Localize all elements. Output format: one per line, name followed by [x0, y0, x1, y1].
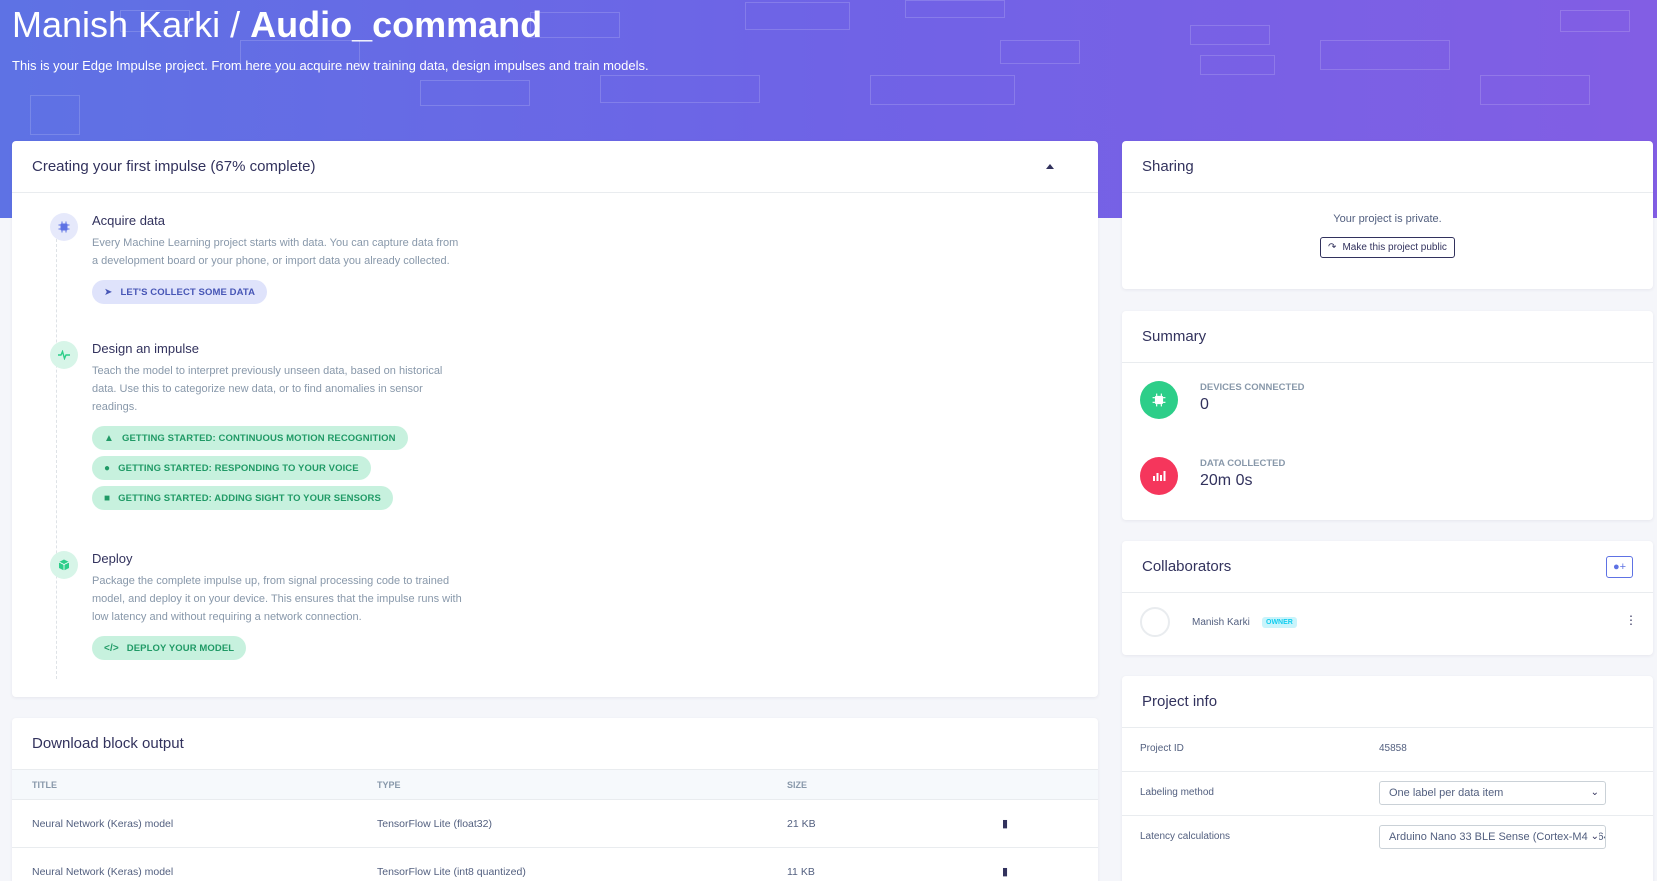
summary-card-header: Summary [1122, 311, 1653, 363]
button-label: GETTING STARTED: CONTINUOUS MOTION RECOG… [122, 432, 396, 444]
collaborator-row: Manish Karki OWNER ⋮ [1122, 593, 1653, 653]
step-description: Package the complete impulse up, from si… [92, 575, 462, 623]
button-label: LET'S COLLECT SOME DATA [120, 286, 256, 298]
download-file-icon[interactable]: ▮ [1002, 865, 1008, 878]
impulse-progress-card: Creating your first impulse (67% complet… [12, 141, 1098, 697]
info-row-latency-calculations: Latency calculations Arduino Nano 33 BLE… [1122, 816, 1653, 860]
impulse-steps: Acquire data Every Machine Learning proj… [12, 193, 1098, 691]
row-size: 11 KB [787, 865, 815, 878]
avatar [1140, 607, 1170, 637]
owner-name[interactable]: Manish Karki [12, 4, 220, 45]
project-info-card-header: Project info [1122, 676, 1653, 728]
page-subtitle: This is your Edge Impulse project. From … [12, 58, 649, 73]
table-row: Neural Network (Keras) model TensorFlow … [12, 848, 1098, 881]
deploy-model-button[interactable]: </> DEPLOY YOUR MODEL [92, 636, 247, 660]
latency-device-select[interactable]: Arduino Nano 33 BLE Sense (Cortex-M4F 64… [1379, 825, 1606, 849]
microphone-icon: ● [104, 462, 111, 474]
column-header-title: TITLE [32, 779, 57, 790]
code-icon: </> [104, 642, 119, 654]
step-design-impulse: Design an impulse Teach the model to int… [32, 341, 1078, 551]
download-card-title: Download block output [32, 735, 184, 752]
collapse-caret-icon[interactable] [1046, 164, 1054, 169]
project-id-value: 45858 [1379, 743, 1407, 754]
getting-started-sight-button[interactable]: ■ GETTING STARTED: ADDING SIGHT TO YOUR … [92, 486, 393, 510]
stat-label: DEVICES CONNECTED [1200, 382, 1305, 393]
download-card-header: Download block output [12, 718, 1098, 770]
stat-label: DATA COLLECTED [1200, 458, 1286, 469]
labeling-method-select[interactable]: One label per data item ⌄ [1379, 781, 1606, 805]
collaborators-card-header: Collaborators ●+ [1122, 541, 1653, 593]
sharing-card-header: Sharing [1122, 141, 1653, 193]
row-type: TensorFlow Lite (float32) [377, 817, 492, 830]
running-icon: ▲ [104, 432, 114, 444]
step-acquire-data: Acquire data Every Machine Learning proj… [32, 213, 1078, 341]
share-icon: ↷ [1328, 242, 1337, 253]
sharing-status: Your project is private. [1333, 213, 1442, 225]
info-label: Labeling method [1140, 787, 1214, 798]
camera-icon: ■ [104, 492, 111, 504]
page-title: Manish Karki / Audio_command [12, 4, 542, 46]
row-title: Neural Network (Keras) model [32, 817, 174, 830]
chevron-down-icon: ⌄ [1587, 826, 1599, 848]
chip-icon [50, 213, 78, 241]
step-deploy: Deploy Package the complete impulse up, … [32, 551, 1078, 691]
info-label: Project ID [1140, 743, 1184, 754]
title-separator: / [220, 4, 251, 45]
info-row-project-id: Project ID 45858 [1122, 728, 1653, 772]
info-row-labeling-method: Labeling method One label per data item … [1122, 772, 1653, 816]
add-collaborator-button[interactable]: ●+ [1606, 555, 1633, 578]
collect-data-button[interactable]: ➤ LET'S COLLECT SOME DATA [92, 280, 268, 304]
row-type: TensorFlow Lite (int8 quantized) [377, 865, 526, 878]
row-title: Neural Network (Keras) model [32, 865, 174, 878]
button-label: Make this project public [1342, 242, 1447, 253]
select-value: One label per data item [1389, 787, 1504, 799]
project-info-card: Project info Project ID 45858 Labeling m… [1122, 676, 1653, 881]
make-public-button[interactable]: ↷ Make this project public [1320, 237, 1455, 258]
cube-icon [50, 551, 78, 579]
button-label: GETTING STARTED: RESPONDING TO YOUR VOIC… [118, 462, 359, 474]
add-user-icon: ●+ [1612, 560, 1627, 573]
pulse-icon [50, 341, 78, 369]
summary-card: Summary DEVICES CONNECTED 0 DATA COLLECT… [1122, 311, 1653, 520]
summary-card-title: Summary [1142, 328, 1207, 345]
stat-value: 20m 0s [1200, 472, 1253, 489]
rocket-icon: ➤ [104, 286, 113, 298]
table-header: TITLE TYPE SIZE [12, 770, 1098, 800]
stat-value: 0 [1200, 396, 1209, 413]
chevron-down-icon: ⌄ [1590, 787, 1599, 798]
step-title: Acquire data [92, 213, 165, 228]
select-value: Arduino Nano 33 BLE Sense (Cortex-M4F 64… [1389, 831, 1605, 843]
sharing-card: Sharing Your project is private. ↷ Make … [1122, 141, 1653, 289]
info-label: Latency calculations [1140, 831, 1231, 842]
stat-data-collected: DATA COLLECTED 20m 0s [1122, 447, 1653, 519]
collaborators-card: Collaborators ●+ Manish Karki OWNER ⋮ [1122, 541, 1653, 655]
chip-icon [1140, 381, 1178, 419]
download-block-output-card: Download block output TITLE TYPE SIZE Ne… [12, 718, 1098, 881]
button-label: GETTING STARTED: ADDING SIGHT TO YOUR SE… [118, 492, 381, 504]
owner-badge: OWNER [1262, 617, 1297, 628]
step-title: Deploy [92, 551, 133, 566]
sharing-card-title: Sharing [1142, 158, 1194, 175]
button-label: DEPLOY YOUR MODEL [126, 642, 235, 654]
download-file-icon[interactable]: ▮ [1002, 817, 1008, 830]
collaborators-card-title: Collaborators [1142, 558, 1232, 575]
project-info-card-title: Project info [1142, 693, 1218, 710]
column-header-size: SIZE [787, 779, 808, 790]
table-row: Neural Network (Keras) model TensorFlow … [12, 800, 1098, 848]
chart-icon [1140, 457, 1178, 495]
impulse-card-title: Creating your first impulse (67% complet… [32, 158, 316, 175]
more-options-icon[interactable]: ⋮ [1625, 613, 1637, 627]
step-description: Every Machine Learning project starts wi… [92, 237, 459, 267]
impulse-card-header[interactable]: Creating your first impulse (67% complet… [12, 141, 1098, 193]
stat-devices-connected: DEVICES CONNECTED 0 [1122, 375, 1653, 447]
project-name: Audio_command [250, 4, 543, 45]
step-description: Teach the model to interpret previously … [92, 365, 443, 413]
row-size: 21 KB [787, 817, 816, 830]
step-title: Design an impulse [92, 341, 199, 356]
column-header-type: TYPE [377, 779, 401, 790]
collaborator-name: Manish Karki [1192, 617, 1250, 628]
